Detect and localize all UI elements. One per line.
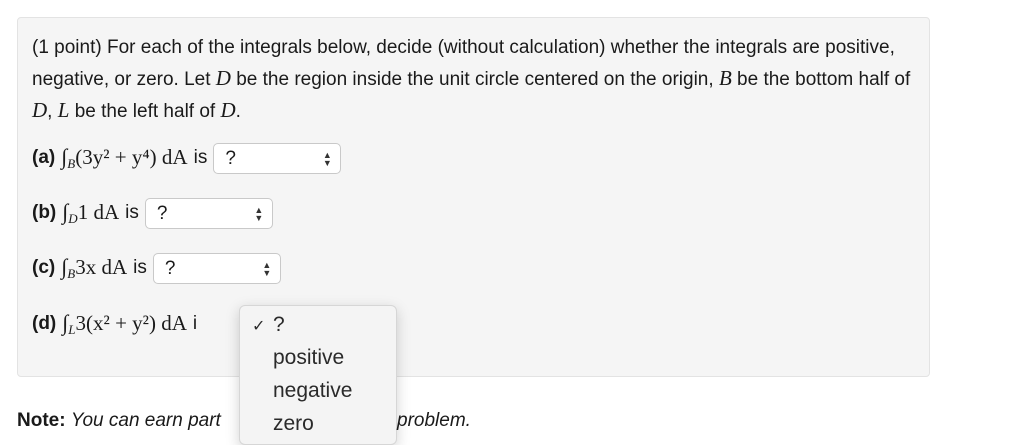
part-d-label: (d) [32, 313, 57, 334]
checkmark-icon: ✓ [252, 318, 266, 335]
part-d-expression: ∫L3(x² + y²) dA [62, 310, 187, 338]
var-l: L [57, 98, 70, 122]
intro-text-2: be the region inside the unit circle cen… [230, 69, 719, 90]
note: Note: You can earn part [17, 410, 221, 432]
part-b-select[interactable]: ? ▲ ▼ [144, 197, 273, 229]
part-c-select[interactable]: ? ▲ ▼ [152, 252, 281, 284]
updown-arrows-icon: ▲ ▼ [254, 204, 264, 223]
part-a-expression: ∫B(3y² + y⁴) dA [61, 144, 187, 172]
problem-intro: (1 point) For each of the integrals belo… [32, 33, 912, 127]
part-b-is: is [125, 202, 139, 223]
updown-arrows-icon: ▲ ▼ [262, 259, 272, 278]
part-d: (d) ∫L3(x² + y²) dA i [32, 307, 203, 341]
intro-text-5: be the left half of [69, 101, 221, 122]
dropdown-option-zero[interactable]: zero [273, 412, 314, 436]
part-b: (b) ∫D1 dA is ? ▲ ▼ [32, 196, 273, 230]
part-a: (a) ∫B(3y² + y⁴) dA is ? ▲ ▼ [32, 141, 342, 175]
part-c-integrand: 3x dA [75, 255, 128, 279]
part-b-integrand: 1 dA [77, 200, 120, 224]
part-d-region: L [68, 322, 76, 337]
part-a-selected-value: ? [225, 147, 236, 169]
note-text-end: problem. [397, 410, 471, 431]
part-d-is: i [192, 313, 198, 334]
note-text: You can earn part [70, 410, 221, 431]
var-d-3: D [220, 98, 236, 122]
intro-text-3: be the bottom half of [731, 69, 911, 90]
part-b-selected-value: ? [156, 202, 168, 224]
intro-text-6: . [235, 101, 241, 122]
updown-arrows-icon: ▲ ▼ [322, 149, 332, 168]
part-a-integrand: (3y² + y⁴) dA [75, 145, 188, 169]
part-a-is: is [193, 147, 208, 168]
var-b: B [718, 66, 732, 90]
part-c-is: is [133, 257, 147, 278]
var-d-2: D [32, 98, 48, 122]
dropdown-option-positive[interactable]: positive [273, 346, 344, 370]
note-label: Note: [17, 410, 66, 431]
dropdown-option-negative[interactable]: negative [273, 379, 352, 403]
part-b-expression: ∫D1 dA [62, 199, 119, 227]
part-a-select[interactable]: ? ▲ ▼ [213, 142, 342, 174]
part-c-label: (c) [32, 257, 56, 278]
part-b-label: (b) [32, 202, 57, 223]
dropdown-option-unset[interactable]: ? [273, 313, 285, 337]
intro-text-4: , [47, 101, 58, 122]
part-c: (c) ∫B3x dA is ? ▲ ▼ [32, 251, 281, 285]
part-b-region: D [68, 211, 78, 226]
part-d-integrand: 3(x² + y²) dA [75, 311, 187, 335]
part-c-expression: ∫B3x dA [61, 254, 127, 282]
var-d: D [215, 66, 231, 90]
part-d-dropdown-menu[interactable]: ✓ ? positive negative zero [239, 305, 397, 445]
part-a-label: (a) [32, 147, 56, 168]
part-c-selected-value: ? [164, 257, 176, 279]
